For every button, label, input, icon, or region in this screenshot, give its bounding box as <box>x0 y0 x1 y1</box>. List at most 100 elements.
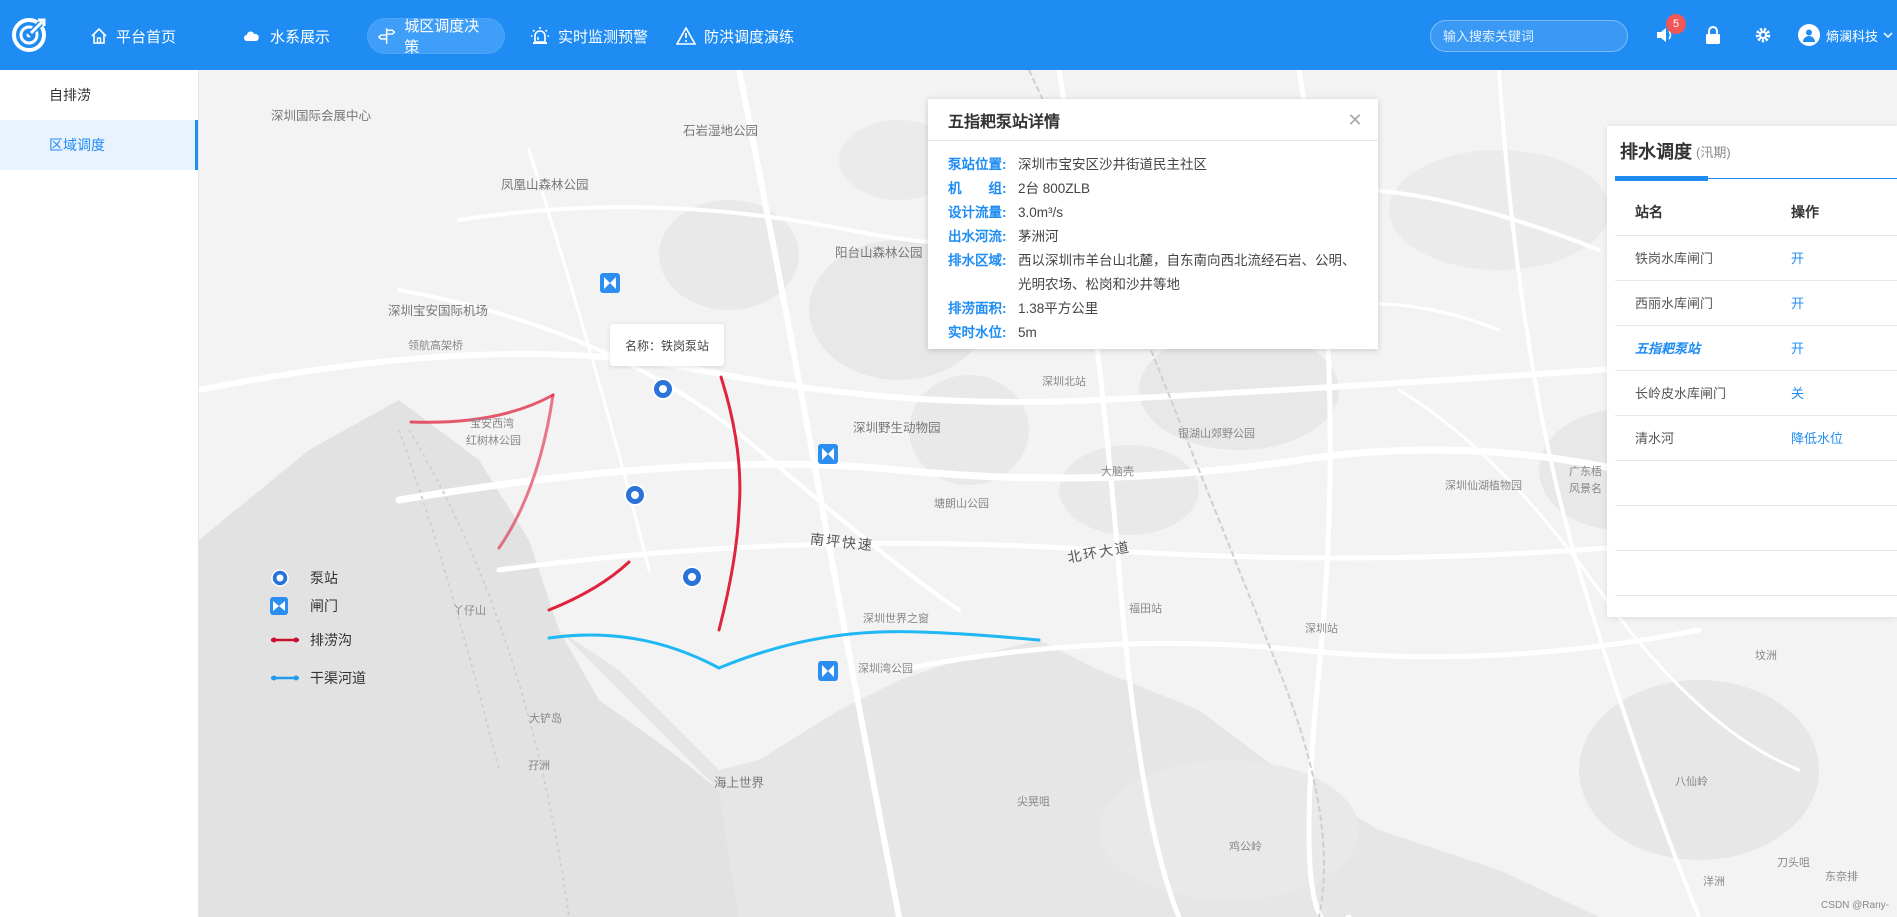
detail-key: 排水区域: <box>948 253 1007 268</box>
station-tooltip: 名称：铁岗泵站 <box>610 324 724 366</box>
legend-label: 排涝沟 <box>310 632 352 648</box>
chevron-down-icon <box>1883 32 1893 39</box>
table-header-row: 站名 操作 <box>1615 190 1897 236</box>
station-detail-popup: 五指耙泵站详情 ✕ 泵站位置: 深圳市宝安区沙井街道民主社区机 组: 2台 800Z… <box>928 99 1378 349</box>
station-name-cell: 西丽水库闸门 <box>1615 280 1791 326</box>
detail-title: 五指耙泵站详情 <box>948 113 1061 131</box>
user-menu[interactable]: 熵澜科技 <box>1798 22 1894 48</box>
panel-subtitle: (汛期) <box>1696 144 1731 160</box>
map-label: 广东梧 <box>1569 466 1602 478</box>
station-name-cell: 清水河 <box>1615 415 1791 461</box>
table-row[interactable]: 清水河 降低水位 <box>1615 415 1897 461</box>
map-label: 领航高架桥 <box>408 340 463 352</box>
avatar <box>1798 24 1820 46</box>
map-label: 洋洲 <box>1703 876 1725 888</box>
map-label: 红树林公园 <box>466 435 521 447</box>
detail-key: 机 组: <box>948 181 1007 196</box>
search-input[interactable] <box>1443 28 1619 44</box>
column-header-operation: 操作 <box>1791 190 1897 236</box>
home-icon <box>91 27 107 44</box>
panel-title-underline <box>1615 176 1897 182</box>
empty-cell <box>1791 550 1897 596</box>
empty-row <box>1615 505 1897 551</box>
nav-realtime-warning[interactable]: 实时监测预警 <box>520 18 662 54</box>
dispatch-table: 站名 操作 铁岗水库闸门开西丽水库闸门开五指耙泵站开长岭皮水库闸门关清水河 降低水… <box>1615 190 1897 596</box>
signpost-icon <box>377 28 396 44</box>
empty-row <box>1615 550 1897 596</box>
legend-item-gate: 闸门 <box>270 596 338 616</box>
triangle-alert-icon <box>676 27 696 45</box>
operation-link[interactable]: 开 <box>1791 280 1897 326</box>
table-row[interactable]: 铁岗水库闸门开 <box>1615 235 1897 281</box>
map-label: 银湖山郊野公园 <box>1178 428 1255 440</box>
search-box <box>1430 20 1628 52</box>
detail-value: 2台 800ZLB <box>1018 181 1091 196</box>
table-row[interactable]: 西丽水库闸门开 <box>1615 280 1897 326</box>
map-label: 阳台山森林公园 <box>835 246 923 260</box>
station-name-cell: 长岭皮水库闸门 <box>1615 370 1791 416</box>
map-label: 深圳湾公园 <box>858 663 913 675</box>
detail-row: 设计流量: 3.0m³/s <box>948 201 1358 225</box>
legend-label: 泵站 <box>310 570 338 586</box>
map-label: 深圳站 <box>1305 623 1338 635</box>
empty-cell <box>1615 460 1791 506</box>
map-label: 石岩湿地公园 <box>683 124 759 138</box>
operation-link[interactable]: 降低水位 <box>1791 415 1897 461</box>
legend-label: 干渠河道 <box>310 670 366 686</box>
nav-city-dispatch-label: 城区调度决策 <box>404 18 480 56</box>
table-row[interactable]: 五指耙泵站开 <box>1615 325 1897 371</box>
gear-icon[interactable] <box>1750 22 1776 48</box>
panel-title-text: 排水调度 <box>1620 142 1692 162</box>
detail-body: 泵站位置: 深圳市宝安区沙井街道民主社区机 组: 2台 800ZLB 设计流量: 3.0… <box>928 141 1378 357</box>
operation-link[interactable]: 关 <box>1791 370 1897 416</box>
pump-station-icon <box>271 569 289 587</box>
detail-value: 5m <box>1018 325 1037 340</box>
nav-city-dispatch[interactable]: 城区调度决策 <box>367 18 505 56</box>
map-label: 海上世界 <box>714 776 765 790</box>
map-label: 刀头咀 <box>1777 857 1810 869</box>
notification-badge: 5 <box>1666 14 1686 34</box>
legend-item-canal: 干渠河道 <box>270 668 366 688</box>
nav-home-label: 平台首页 <box>116 28 177 46</box>
lock-icon[interactable] <box>1700 22 1726 48</box>
column-header-name: 站名 <box>1615 190 1791 236</box>
panel-title: 排水调度 (汛期) <box>1607 126 1897 176</box>
nav-home[interactable]: 平台首页 <box>80 18 190 54</box>
map-label: 福田站 <box>1129 603 1162 615</box>
station-name-cell: 铁岗水库闸门 <box>1615 235 1791 281</box>
nav-flood-drill-label: 防洪调度演练 <box>704 28 795 46</box>
sidebar-item-self-drainage[interactable]: 自排涝 <box>0 70 198 120</box>
map-label: 鸡公岭 <box>1229 841 1262 853</box>
detail-row: 泵站位置: 深圳市宝安区沙井街道民主社区 <box>948 153 1358 177</box>
sidebar-item-label: 自排涝 <box>49 87 91 103</box>
detail-key: 设计流量: <box>948 205 1007 220</box>
map-label: 东奈排 <box>1825 871 1858 883</box>
canal-line-icon <box>271 675 299 681</box>
nav-water-system[interactable]: 水系展示 <box>232 18 344 54</box>
map-label: 深圳宝安国际机场 <box>388 304 489 318</box>
drain-line-icon <box>271 637 299 643</box>
map-label: 坟洲 <box>1755 650 1777 662</box>
empty-cell <box>1791 460 1897 506</box>
legend-item-pump-station: 泵站 <box>270 568 338 588</box>
nav-flood-drill[interactable]: 防洪调度演练 <box>666 18 808 54</box>
detail-value: 西以深圳市羊台山北麓，自东南向西北流经石岩、公明、光明农场、松岗和沙井等地 <box>1018 253 1356 292</box>
map-label: 八仙岭 <box>1675 776 1708 788</box>
map-label: 凤凰山森林公园 <box>501 178 589 192</box>
sidebar-item-regional-dispatch[interactable]: 区域调度 <box>0 120 198 170</box>
detail-value: 茅洲河 <box>1018 229 1059 244</box>
operation-link[interactable]: 开 <box>1791 325 1897 371</box>
empty-cell <box>1615 505 1791 551</box>
detail-row: 实时水位: 5m <box>948 321 1358 345</box>
detail-value: 1.38平方公里 <box>1018 301 1099 316</box>
top-navigation-bar: 平台首页 水系展示 城区调度决策 实时监测预警 防洪调度演练 5 熵澜科技 <box>0 0 1897 70</box>
detail-key: 出水河流: <box>948 229 1007 244</box>
app-logo-icon[interactable] <box>10 16 48 54</box>
operation-link[interactable]: 开 <box>1791 235 1897 281</box>
detail-key: 排涝面积: <box>948 301 1007 316</box>
empty-cell <box>1615 550 1791 596</box>
close-icon[interactable]: ✕ <box>1346 111 1364 129</box>
map-label: 孖洲 <box>528 760 550 772</box>
map-label: 大脑壳 <box>1101 466 1134 478</box>
table-row[interactable]: 长岭皮水库闸门关 <box>1615 370 1897 416</box>
